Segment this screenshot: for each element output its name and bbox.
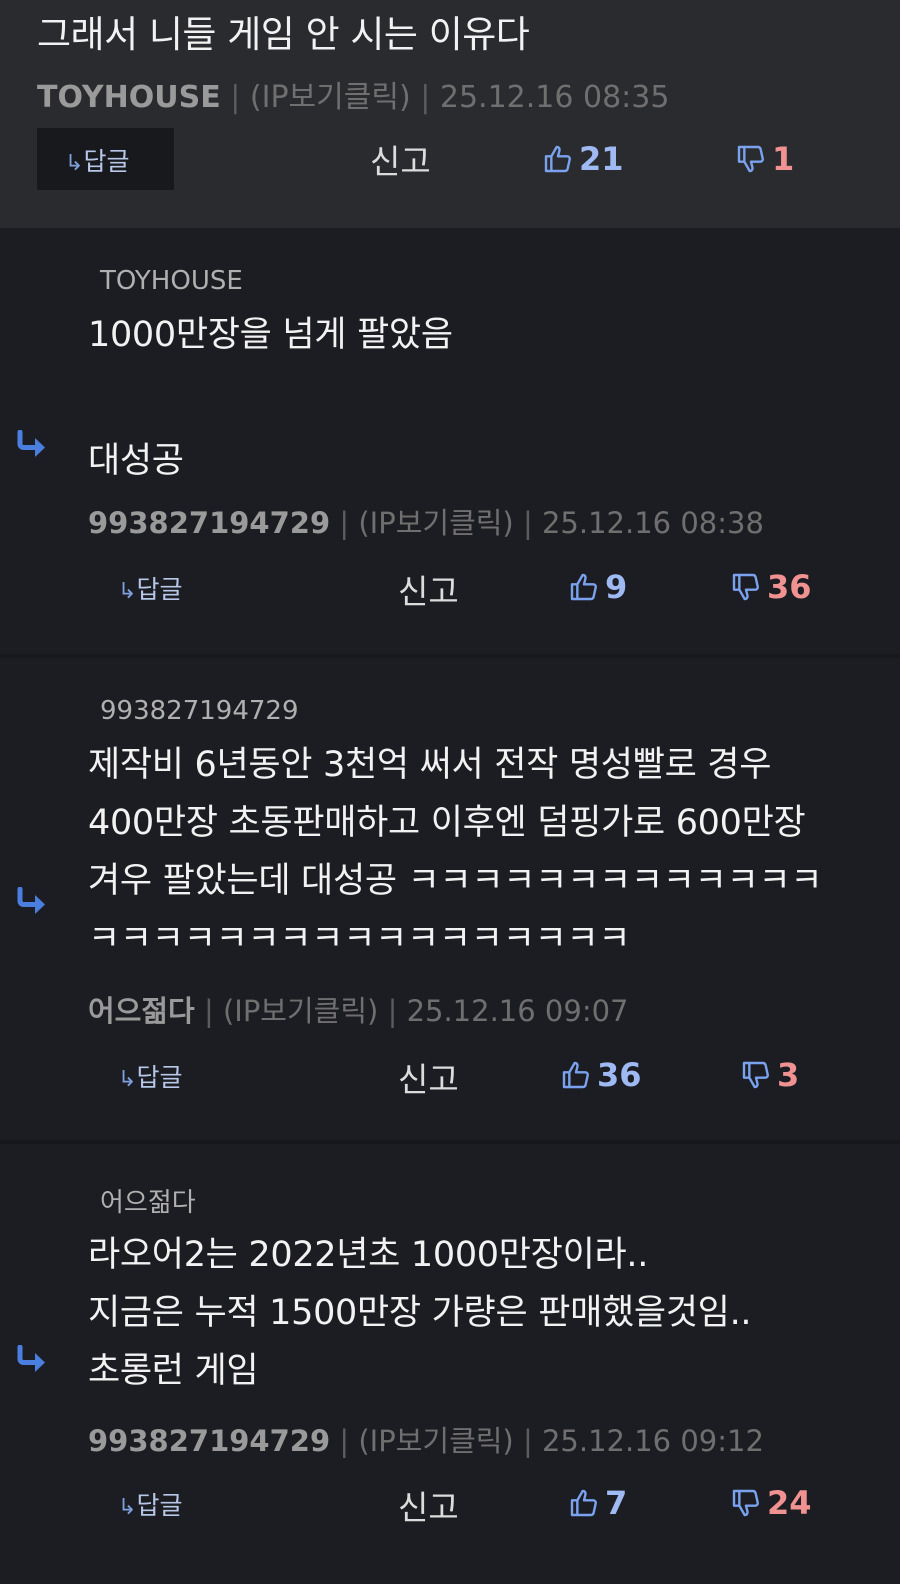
upvote-count: 9 bbox=[605, 568, 628, 606]
comment-author[interactable]: 993827194729 bbox=[88, 506, 330, 540]
meta-divider: | bbox=[387, 994, 407, 1028]
comment-author[interactable]: TOYHOUSE bbox=[37, 80, 221, 115]
downvote-count: 24 bbox=[767, 1484, 812, 1522]
reply-corner-arrow-icon: ↳ bbox=[118, 579, 137, 604]
comment-timestamp: 25.12.16 08:38 bbox=[541, 506, 764, 540]
meta-divider: | bbox=[522, 1424, 542, 1458]
comment-author[interactable]: 993827194729 bbox=[88, 1424, 330, 1458]
parent-comment: 그래서 니들 게임 안 시는 이유다 TOYHOUSE | (IP보기클릭) |… bbox=[0, 0, 900, 228]
upvote-count: 36 bbox=[597, 1056, 642, 1094]
comment-meta: 어으젊다 | (IP보기클릭) | 25.12.16 09:07 bbox=[88, 988, 629, 1030]
reply-arrow-icon bbox=[17, 430, 45, 457]
upvote-count: 21 bbox=[579, 140, 624, 178]
reply-button[interactable]: ↳답글 bbox=[118, 1058, 182, 1094]
comment-meta: 993827194729 | (IP보기클릭) | 25.12.16 08:38 bbox=[88, 500, 764, 542]
comment-text: 1000만장을 넘게 팔았음 대성공 bbox=[88, 315, 453, 481]
meta-divider: | bbox=[203, 994, 223, 1028]
upvote-button[interactable]: 9 bbox=[568, 568, 627, 606]
thumbs-up-icon bbox=[570, 573, 597, 601]
thumbs-up-icon bbox=[562, 1061, 589, 1089]
meta-divider: | bbox=[339, 506, 359, 540]
reply-arrow-icon bbox=[17, 1345, 45, 1372]
ip-view-link[interactable]: (IP보기클릭) bbox=[358, 1424, 513, 1458]
reply-to-username: 어으젊다 bbox=[100, 1188, 196, 1218]
upvote-button[interactable]: 36 bbox=[560, 1056, 642, 1094]
reply-corner-arrow-icon: ↳ bbox=[65, 151, 84, 176]
comment-meta: TOYHOUSE | (IP보기클릭) | 25.12.16 08:35 bbox=[37, 72, 669, 116]
reply-to-username: TOYHOUSE bbox=[100, 266, 243, 296]
downvote-count: 36 bbox=[767, 568, 812, 606]
reply-button[interactable]: ↳답글 bbox=[37, 128, 174, 190]
downvote-button[interactable]: 3 bbox=[740, 1056, 799, 1094]
reply-button[interactable]: ↳답글 bbox=[118, 1486, 182, 1522]
comment-meta: 993827194729 | (IP보기클릭) | 25.12.16 09:12 bbox=[88, 1418, 764, 1460]
upvote-button[interactable]: 7 bbox=[568, 1484, 627, 1522]
ip-view-link[interactable]: (IP보기클릭) bbox=[250, 80, 411, 115]
thumbs-up-icon bbox=[544, 145, 571, 173]
report-button[interactable]: 신고 bbox=[398, 1481, 459, 1529]
thumbs-down-icon bbox=[732, 1489, 759, 1517]
meta-divider: | bbox=[420, 80, 440, 115]
comment-divider bbox=[0, 1140, 900, 1144]
reply-to-username: 993827194729 bbox=[100, 696, 299, 726]
comment-text: 제작비 6년동안 3천억 써서 전작 명성빨로 경우 400만장 초동판매하고 … bbox=[88, 745, 823, 959]
report-button[interactable]: 신고 bbox=[398, 1053, 459, 1101]
reply-corner-arrow-icon: ↳ bbox=[118, 1495, 137, 1520]
meta-divider: | bbox=[230, 80, 250, 115]
comment-timestamp: 25.12.16 09:07 bbox=[406, 994, 629, 1028]
meta-divider: | bbox=[339, 1424, 359, 1458]
ip-view-link[interactable]: (IP보기클릭) bbox=[223, 994, 378, 1028]
report-button[interactable]: 신고 bbox=[370, 135, 431, 183]
reply-label: 답글 bbox=[136, 575, 183, 604]
upvote-count: 7 bbox=[605, 1484, 628, 1522]
comment-author[interactable]: 어으젊다 bbox=[88, 994, 195, 1028]
reply-corner-arrow-icon: ↳ bbox=[118, 1067, 137, 1092]
downvote-button[interactable]: 24 bbox=[730, 1484, 812, 1522]
comment-timestamp: 25.12.16 08:35 bbox=[439, 80, 670, 115]
downvote-count: 1 bbox=[772, 140, 795, 178]
thumbs-down-icon bbox=[732, 573, 759, 601]
report-button[interactable]: 신고 bbox=[398, 565, 459, 613]
upvote-button[interactable]: 21 bbox=[542, 140, 624, 178]
thumbs-up-icon bbox=[570, 1489, 597, 1517]
meta-divider: | bbox=[522, 506, 542, 540]
comment-text: 그래서 니들 게임 안 시는 이유다 bbox=[37, 13, 530, 56]
ip-view-link[interactable]: (IP보기클릭) bbox=[358, 506, 513, 540]
reply-label: 답글 bbox=[83, 147, 130, 176]
reply-label: 답글 bbox=[136, 1063, 183, 1092]
reply-label: 답글 bbox=[136, 1491, 183, 1520]
reply-button[interactable]: ↳답글 bbox=[118, 570, 182, 606]
comment-divider bbox=[0, 654, 900, 658]
thumbs-down-icon bbox=[742, 1061, 769, 1089]
comment-text: 라오어2는 2022년초 1000만장이라.. 지금은 누적 1500만장 가량… bbox=[88, 1235, 752, 1391]
reply-arrow-icon bbox=[17, 887, 45, 914]
downvote-count: 3 bbox=[777, 1056, 800, 1094]
downvote-button[interactable]: 36 bbox=[730, 568, 812, 606]
downvote-button[interactable]: 1 bbox=[735, 140, 794, 178]
comment-timestamp: 25.12.16 09:12 bbox=[541, 1424, 764, 1458]
thumbs-down-icon bbox=[737, 145, 764, 173]
